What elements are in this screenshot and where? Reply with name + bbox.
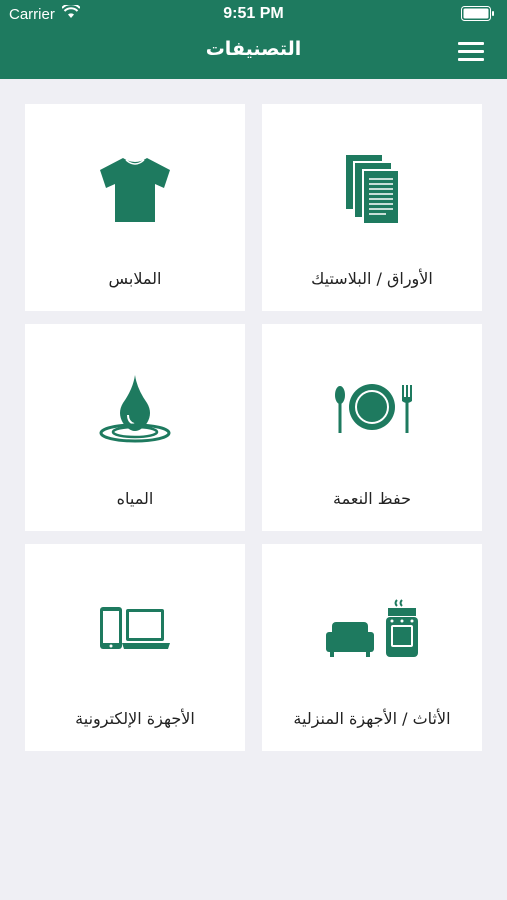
water-drop-icon xyxy=(25,364,245,454)
plate-fork-spoon-icon xyxy=(262,364,482,454)
category-electronics[interactable]: الأجهزة الإلكترونية xyxy=(25,544,245,751)
clock: 9:51 PM xyxy=(223,5,284,22)
battery-icon xyxy=(461,6,494,21)
nav-bar: Carrier 9:51 PM التصنيفات xyxy=(0,0,507,79)
phone-laptop-icon xyxy=(25,584,245,674)
page-title: التصنيفات xyxy=(205,38,302,60)
category-water[interactable]: المياه xyxy=(25,324,245,531)
category-paper-plastic[interactable]: الأوراق / البلاستيك xyxy=(262,104,482,311)
category-food-preservation[interactable]: حفظ النعمة xyxy=(262,324,482,531)
category-label: الأثاث / الأجهزة المنزلية xyxy=(293,709,451,728)
status-bar: Carrier 9:51 PM xyxy=(0,0,507,28)
paper-documents-icon xyxy=(262,144,482,234)
sofa-stove-icon xyxy=(262,584,482,674)
category-label: الأجهزة الإلكترونية xyxy=(75,709,195,728)
tshirt-icon xyxy=(25,144,245,234)
category-clothes[interactable]: الملابس xyxy=(25,104,245,311)
category-furniture-appliances[interactable]: الأثاث / الأجهزة المنزلية xyxy=(262,544,482,751)
category-label: الأوراق / البلاستيك xyxy=(311,269,433,288)
hamburger-menu-icon[interactable] xyxy=(458,42,484,62)
category-label: حفظ النعمة xyxy=(333,489,411,508)
category-label: الملابس xyxy=(108,269,162,288)
category-label: المياه xyxy=(116,489,154,508)
